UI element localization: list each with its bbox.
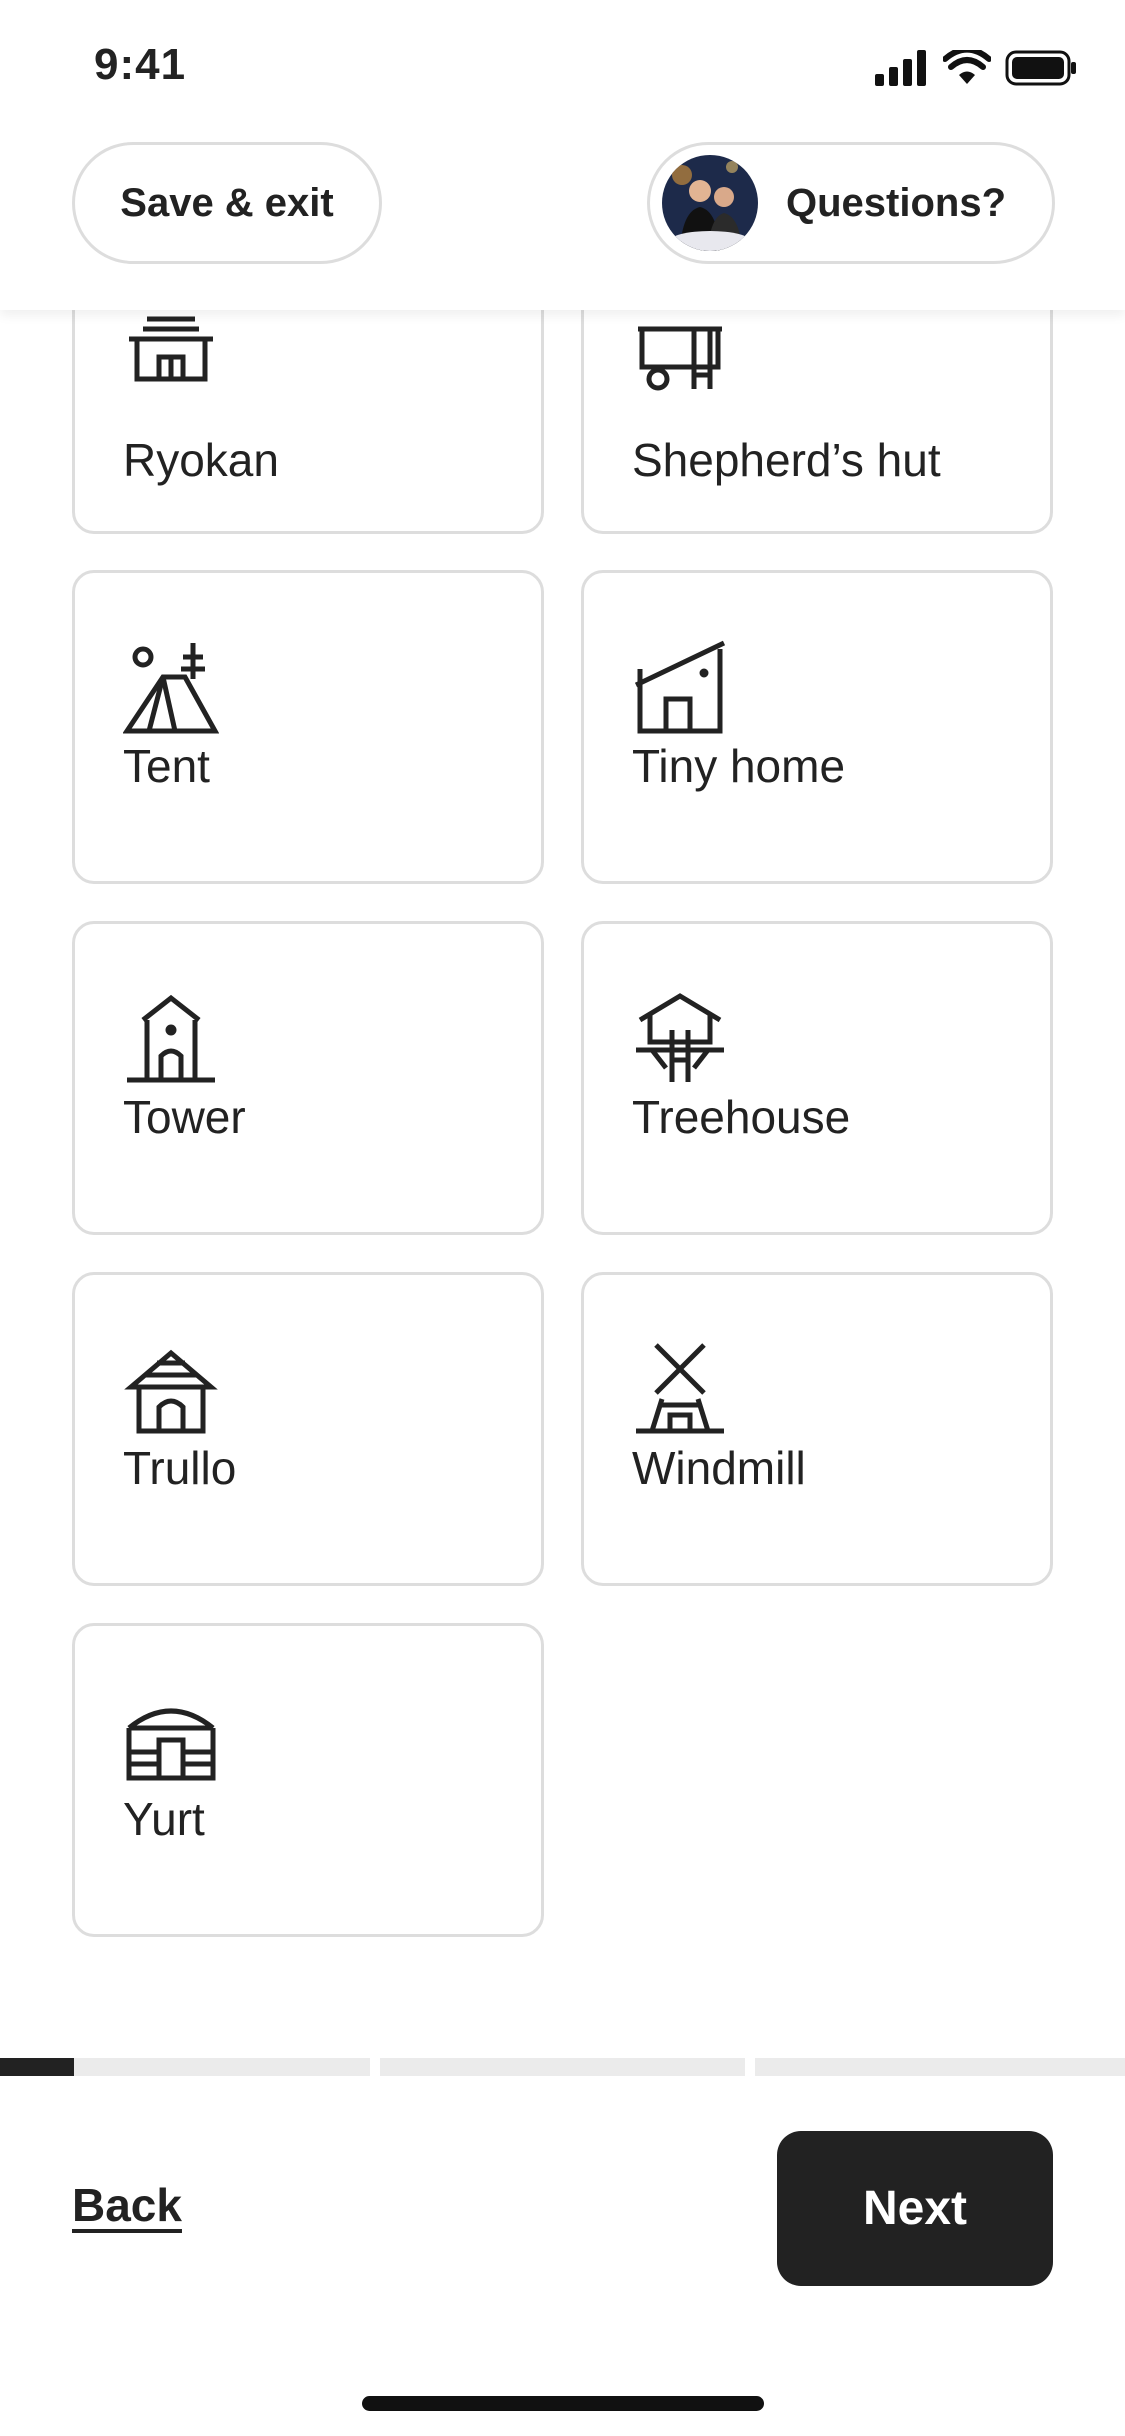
battery-icon: [1005, 50, 1076, 86]
progress-bar: [0, 2058, 1125, 2076]
option-label: Tiny home: [632, 740, 846, 792]
status-bar: 9:41: [0, 0, 1125, 135]
option-trullo[interactable]: Trullo: [72, 1272, 544, 1586]
option-tower[interactable]: Tower: [72, 921, 544, 1235]
option-label: Treehouse: [632, 1091, 851, 1143]
option-label: Tower: [123, 1091, 246, 1143]
status-icons: [875, 48, 1077, 88]
option-tiny-home[interactable]: Tiny home: [581, 570, 1053, 884]
treehouse-icon: [636, 993, 724, 1082]
home-indicator: [362, 2396, 764, 2411]
option-label: Ryokan: [123, 434, 279, 486]
tent-icon: [123, 643, 219, 734]
option-tent[interactable]: Tent: [72, 570, 544, 884]
option-treehouse[interactable]: Treehouse: [581, 921, 1053, 1235]
windmill-icon: [636, 1343, 724, 1434]
back-link[interactable]: Back: [72, 2178, 182, 2232]
option-label: Windmill: [632, 1442, 806, 1494]
progress-segment: [380, 2058, 745, 2076]
shepherds-hut-icon: [638, 326, 722, 391]
option-label: Trullo: [123, 1442, 237, 1494]
yurt-icon: [126, 1708, 216, 1781]
tower-icon: [127, 994, 215, 1083]
save-exit-label: Save & exit: [120, 180, 334, 225]
option-label: Tent: [123, 740, 210, 792]
signal-icon: [875, 50, 926, 86]
next-button[interactable]: Next: [777, 2131, 1053, 2286]
option-windmill[interactable]: Windmill: [581, 1272, 1053, 1586]
option-label: Yurt: [123, 1793, 205, 1845]
progress-fill: [0, 2058, 74, 2076]
status-time: 9:41: [94, 40, 187, 89]
option-label: Shepherd’s hut: [632, 434, 941, 486]
avatar: [662, 155, 758, 251]
trullo-icon: [124, 1349, 218, 1434]
progress-segment: [0, 2058, 370, 2076]
ryokan-icon: [129, 316, 213, 382]
option-yurt[interactable]: Yurt: [72, 1623, 544, 1937]
progress-segment: [755, 2058, 1125, 2076]
next-button-label: Next: [862, 2182, 968, 2235]
questions-button[interactable]: Questions?: [647, 142, 1055, 264]
save-exit-button[interactable]: Save & exit: [72, 142, 382, 264]
questions-label: Questions?: [786, 180, 1007, 225]
wifi-icon: [943, 50, 991, 84]
top-header: 9:41 Save & exit Questions?: [0, 0, 1125, 310]
tiny-home-icon: [634, 640, 726, 734]
